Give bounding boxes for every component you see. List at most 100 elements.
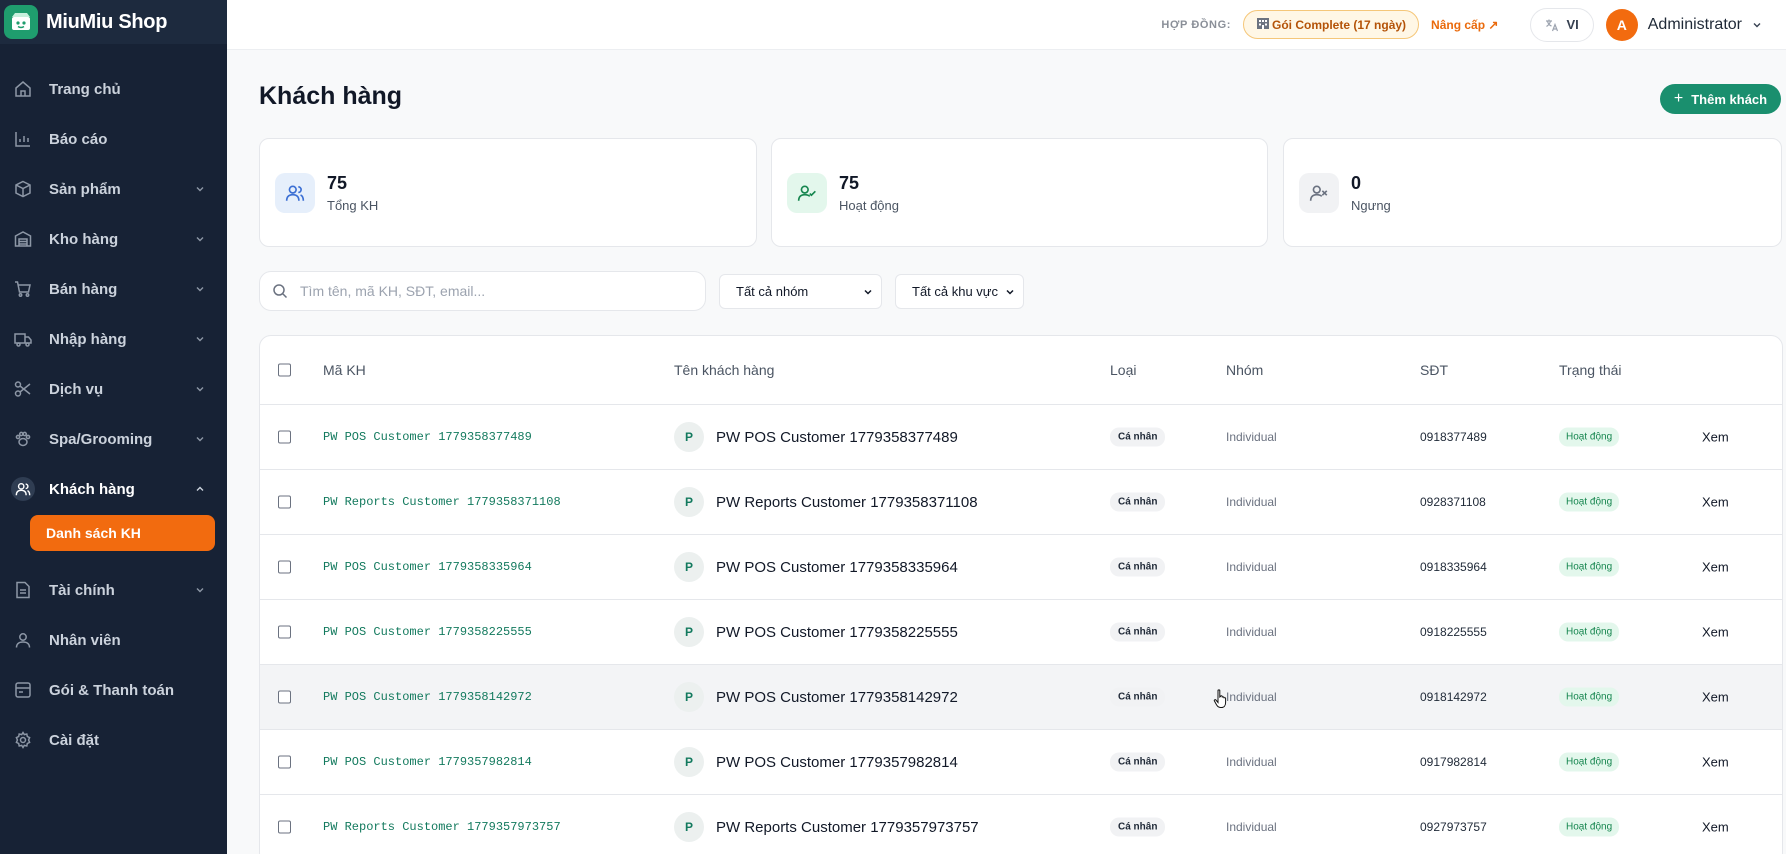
status-badge: Hoạt động: [1559, 622, 1620, 642]
customer-table: Mã KH Tên khách hàng Loại Nhóm SĐT Trạng…: [259, 335, 1783, 854]
customer-name: PW POS Customer 1779358335964: [716, 558, 958, 576]
row-checkbox[interactable]: [278, 820, 291, 834]
users-icon: [275, 172, 315, 213]
customer-name: PW POS Customer 1779357982814: [716, 753, 958, 771]
customer-phone: 0927973757: [1420, 820, 1487, 834]
sidebar-item-spa-grooming[interactable]: Spa/Grooming: [0, 414, 227, 464]
view-link[interactable]: Xem: [1702, 755, 1729, 770]
row-checkbox[interactable]: [278, 690, 291, 704]
brand-name: MiuMiu Shop: [46, 10, 168, 33]
sidebar-item-san-pham[interactable]: Sản phẩm: [0, 164, 227, 214]
sidebar-nav: Trang chủ Báo cáo Sản phẩm Kho hàng Bán …: [0, 64, 227, 765]
column-header-name[interactable]: Tên khách hàng: [674, 362, 774, 378]
sidebar-item-bao-cao[interactable]: Báo cáo: [0, 114, 227, 164]
status-badge: Hoạt động: [1559, 427, 1620, 447]
sidebar-item-tai-chinh[interactable]: Tài chính: [0, 565, 227, 615]
customer-group: Individual: [1226, 690, 1277, 704]
customer-name: PW Reports Customer 1779357973757: [716, 818, 979, 836]
status-badge: Hoạt động: [1559, 752, 1620, 772]
stat-value: 75: [839, 172, 860, 193]
view-link[interactable]: Xem: [1702, 560, 1729, 575]
user-icon: [14, 631, 32, 649]
status-badge: Hoạt động: [1559, 557, 1620, 577]
table-row[interactable]: PW Reports Customer 1779357973757 P PW Rep…: [260, 795, 1782, 854]
customer-code[interactable]: PW POS Customer 1779358225555: [323, 625, 532, 639]
select-all-checkbox[interactable]: [278, 363, 291, 377]
status-badge: Hoạt động: [1559, 492, 1620, 512]
row-checkbox[interactable]: [278, 430, 291, 444]
sidebar-item-goi-thanh-toan[interactable]: Gói & Thanh toán: [0, 665, 227, 715]
customer-code[interactable]: PW POS Customer 1779358142972: [323, 690, 532, 704]
stat-card-total: 75 Tổng KH: [259, 138, 757, 247]
customer-name-cell: P PW Reports Customer 1779357973757: [674, 812, 979, 842]
view-link[interactable]: Xem: [1702, 820, 1729, 835]
stat-label: Ngưng: [1351, 197, 1391, 213]
sidebar-item-kho-hang[interactable]: Kho hàng: [0, 214, 227, 264]
user-name[interactable]: Administrator: [1648, 16, 1742, 34]
column-header-phone[interactable]: SĐT: [1420, 362, 1448, 378]
search-icon: [273, 284, 288, 299]
stat-card-active: 75 Hoạt động: [771, 138, 1268, 247]
type-badge: Cá nhân: [1110, 492, 1166, 512]
sidebar-item-cai-dat[interactable]: Cài đặt: [0, 715, 227, 765]
customer-name-cell: P PW POS Customer 1779358225555: [674, 617, 958, 647]
row-checkbox[interactable]: [278, 495, 291, 509]
group-select-value: Tất cả nhóm: [736, 284, 809, 299]
column-header-status[interactable]: Trạng thái: [1559, 362, 1622, 378]
add-customer-label: Thêm khách: [1691, 91, 1768, 107]
customer-code[interactable]: PW POS Customer 1779358335964: [323, 560, 532, 574]
region-select[interactable]: Tất cả khu vực: [895, 274, 1024, 309]
stat-value: 75: [327, 172, 348, 193]
chevron-down-icon: [196, 387, 204, 392]
view-link[interactable]: Xem: [1702, 690, 1729, 705]
column-header-code[interactable]: Mã KH: [323, 362, 366, 378]
table-row[interactable]: PW POS Customer 1779358142972 P PW POS Cus…: [260, 665, 1782, 730]
table-row[interactable]: PW Reports Customer 1779358371108 P PW Rep…: [260, 470, 1782, 535]
table-row[interactable]: PW POS Customer 1779357982814 P PW POS Cus…: [260, 730, 1782, 795]
sidebar-subitem-danh-sach-kh[interactable]: Danh sách KH: [30, 515, 215, 551]
table-row[interactable]: PW POS Customer 1779358377489 P PW POS Cus…: [260, 405, 1782, 470]
customer-phone: 0918142972: [1420, 690, 1487, 704]
customer-code[interactable]: PW Reports Customer 1779357973757: [323, 820, 561, 834]
sidebar-item-ban-hang[interactable]: Bán hàng: [0, 264, 227, 314]
plan-badge[interactable]: Gói Complete (17 ngày): [1243, 10, 1420, 39]
avatar[interactable]: A: [1605, 8, 1638, 41]
customer-group: Individual: [1226, 495, 1277, 509]
sidebar-item-nhan-vien[interactable]: Nhân viên: [0, 615, 227, 665]
row-checkbox[interactable]: [278, 560, 291, 574]
customer-group: Individual: [1226, 430, 1277, 444]
customer-code[interactable]: PW Reports Customer 1779358371108: [323, 495, 561, 509]
sidebar-item-dich-vu[interactable]: Dịch vụ: [0, 364, 227, 414]
column-header-type[interactable]: Loại: [1110, 362, 1136, 378]
customer-code[interactable]: PW POS Customer 1779358377489: [323, 430, 532, 444]
group-select[interactable]: Tất cả nhóm: [719, 274, 882, 309]
customer-group: Individual: [1226, 820, 1277, 834]
sidebar-item-nhap-hang[interactable]: Nhập hàng: [0, 314, 227, 364]
search-input[interactable]: [300, 283, 680, 299]
view-link[interactable]: Xem: [1702, 495, 1729, 510]
brand[interactable]: MiuMiu Shop: [0, 0, 227, 44]
sidebar-item-trang-chu[interactable]: Trang chủ: [0, 64, 227, 114]
language-switcher[interactable]: VI: [1530, 7, 1594, 42]
column-header-group[interactable]: Nhóm: [1226, 362, 1263, 378]
chevron-down-icon: [196, 287, 204, 292]
shop-logo-icon: [4, 5, 38, 39]
stat-label: Tổng KH: [327, 197, 379, 213]
scissors-icon: [14, 380, 32, 398]
topbar: HỢP ĐỒNG: Gói Complete (17 ngày) Nâng cấ…: [227, 0, 1786, 50]
customer-code[interactable]: PW POS Customer 1779357982814: [323, 755, 532, 769]
table-row[interactable]: PW POS Customer 1779358335964 P PW POS Cus…: [260, 535, 1782, 600]
table-row[interactable]: PW POS Customer 1779358225555 P PW POS Cus…: [260, 600, 1782, 665]
add-customer-button[interactable]: + Thêm khách: [1660, 84, 1781, 114]
sidebar-item-khach-hang[interactable]: Khách hàng: [0, 464, 227, 514]
row-checkbox[interactable]: [278, 755, 291, 769]
row-checkbox[interactable]: [278, 625, 291, 639]
view-link[interactable]: Xem: [1702, 625, 1729, 640]
sidebar: MiuMiu Shop Trang chủ Báo cáo Sản phẩm K…: [0, 0, 227, 854]
upgrade-link[interactable]: Nâng cấp ↗: [1431, 18, 1498, 32]
translate-icon: [1546, 19, 1559, 31]
stat-card-inactive: 0 Ngưng: [1283, 138, 1782, 247]
search-box: [259, 271, 706, 311]
chevron-down-icon[interactable]: [1752, 20, 1762, 30]
view-link[interactable]: Xem: [1702, 430, 1729, 445]
